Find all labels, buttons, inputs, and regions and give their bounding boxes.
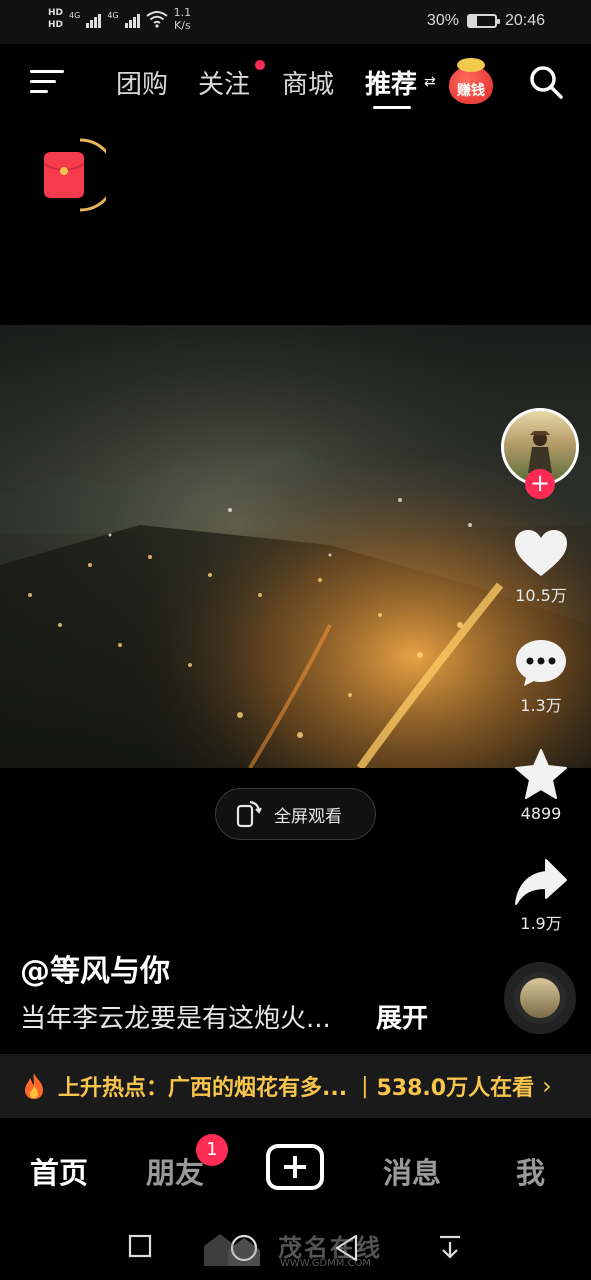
video-description: 当年李云龙要是有这炮火... [20,1004,331,1034]
battery-icon [466,14,500,28]
signal-bars-1-icon [86,10,102,28]
wifi-icon [145,11,168,28]
nav-friends[interactable]: 朋友 [146,1150,204,1192]
music-cover-image [520,978,560,1018]
flame-icon [25,1073,43,1099]
tab-following[interactable]: 关注 [198,64,250,101]
network-type-1: 4G [69,10,81,20]
trending-separator: | [361,1073,369,1099]
hd-label-1: HD [48,8,64,18]
hd-indicator: HD HD [48,7,63,31]
network-speed-value: 1.1 [173,6,192,19]
red-packet-timer-icon[interactable] [40,136,106,214]
battery-percent: 30% [426,12,459,29]
share-arrow-icon [515,859,567,905]
search-icon[interactable] [528,64,564,100]
share-count: 1.9万 [520,914,562,933]
hd-label-2: HD [48,20,64,30]
plus-icon [284,1156,306,1178]
earn-money-button[interactable]: 赚钱 [447,56,495,106]
create-button[interactable] [266,1144,324,1190]
active-tab-indicator [373,106,411,109]
comment-button[interactable]: 1.3万 [507,638,575,716]
like-count: 10.5万 [515,586,567,605]
music-disc[interactable] [504,962,576,1034]
network-type-2: 4G [107,10,119,20]
status-bar: HD HD 4G 4G 1.1 K/s 30% 20:46 [0,0,591,44]
trending-viewers: 538.0万人在看 [376,1076,535,1101]
signal-bars-2-icon [124,10,140,28]
earn-label: 赚钱 [457,83,485,99]
nav-messages[interactable]: 消息 [383,1150,441,1192]
trending-bar[interactable]: 上升热点：广西的烟花有多... | 538.0万人在看 › [0,1054,591,1118]
menu-icon[interactable] [30,68,64,96]
video-frame-city-fireworks [0,325,591,768]
author-name[interactable]: @等风与你 [20,946,170,990]
clock: 20:46 [504,12,545,29]
follow-button[interactable]: + [525,469,555,499]
fullscreen-label: 全屏观看 [274,806,342,827]
comment-count: 1.3万 [520,696,562,715]
fullscreen-button[interactable]: 全屏观看 [215,788,376,840]
notification-pull-icon[interactable] [438,1234,462,1262]
friends-badge: 1 [196,1134,228,1166]
nav-me[interactable]: 我 [516,1150,545,1192]
status-left: HD HD 4G 4G 1.1 K/s [48,6,191,32]
system-nav-bar: 茂名在线 WWW.GDMM.COM [0,1216,591,1280]
trending-topic: 上升热点：广西的烟花有多... [58,1076,348,1101]
favorite-button[interactable]: 4899 [507,748,575,823]
tab-recommend[interactable]: 推荐 [365,64,417,101]
comment-icon [516,640,566,686]
recents-square-icon[interactable] [128,1234,152,1258]
watermark-logo [204,1234,260,1266]
share-button[interactable]: 1.9万 [507,858,575,934]
site-watermark: 茂名在线 WWW.GDMM.COM [200,1226,400,1274]
star-icon [515,749,567,799]
expand-button[interactable]: 展开 [376,998,428,1035]
following-unread-dot [255,60,265,70]
network-speed-unit: K/s [174,19,191,32]
tab-mall[interactable]: 商城 [282,64,334,101]
nav-home[interactable]: 首页 [30,1150,88,1192]
coin-icon [457,58,485,72]
heart-icon [515,530,567,576]
bottom-nav: 首页 朋友 1 消息 我 [0,1120,591,1216]
rotate-screen-icon [236,800,262,828]
tab-group-buy[interactable]: 团购 [116,64,168,101]
watermark-url: WWW.GDMM.COM [280,1258,372,1269]
like-button[interactable]: 10.5万 [507,528,575,606]
favorite-count: 4899 [520,804,562,823]
status-right: 30% 20:46 [427,12,545,30]
battery-level [468,16,477,26]
top-nav: 团购 关注 商城 推荐 ⇄ 赚钱 [0,44,591,120]
network-speed: 1.1 K/s [174,6,192,32]
swap-icon[interactable]: ⇄ [424,74,436,90]
video-player[interactable] [0,325,591,768]
chevron-right-icon: › [542,1072,552,1100]
